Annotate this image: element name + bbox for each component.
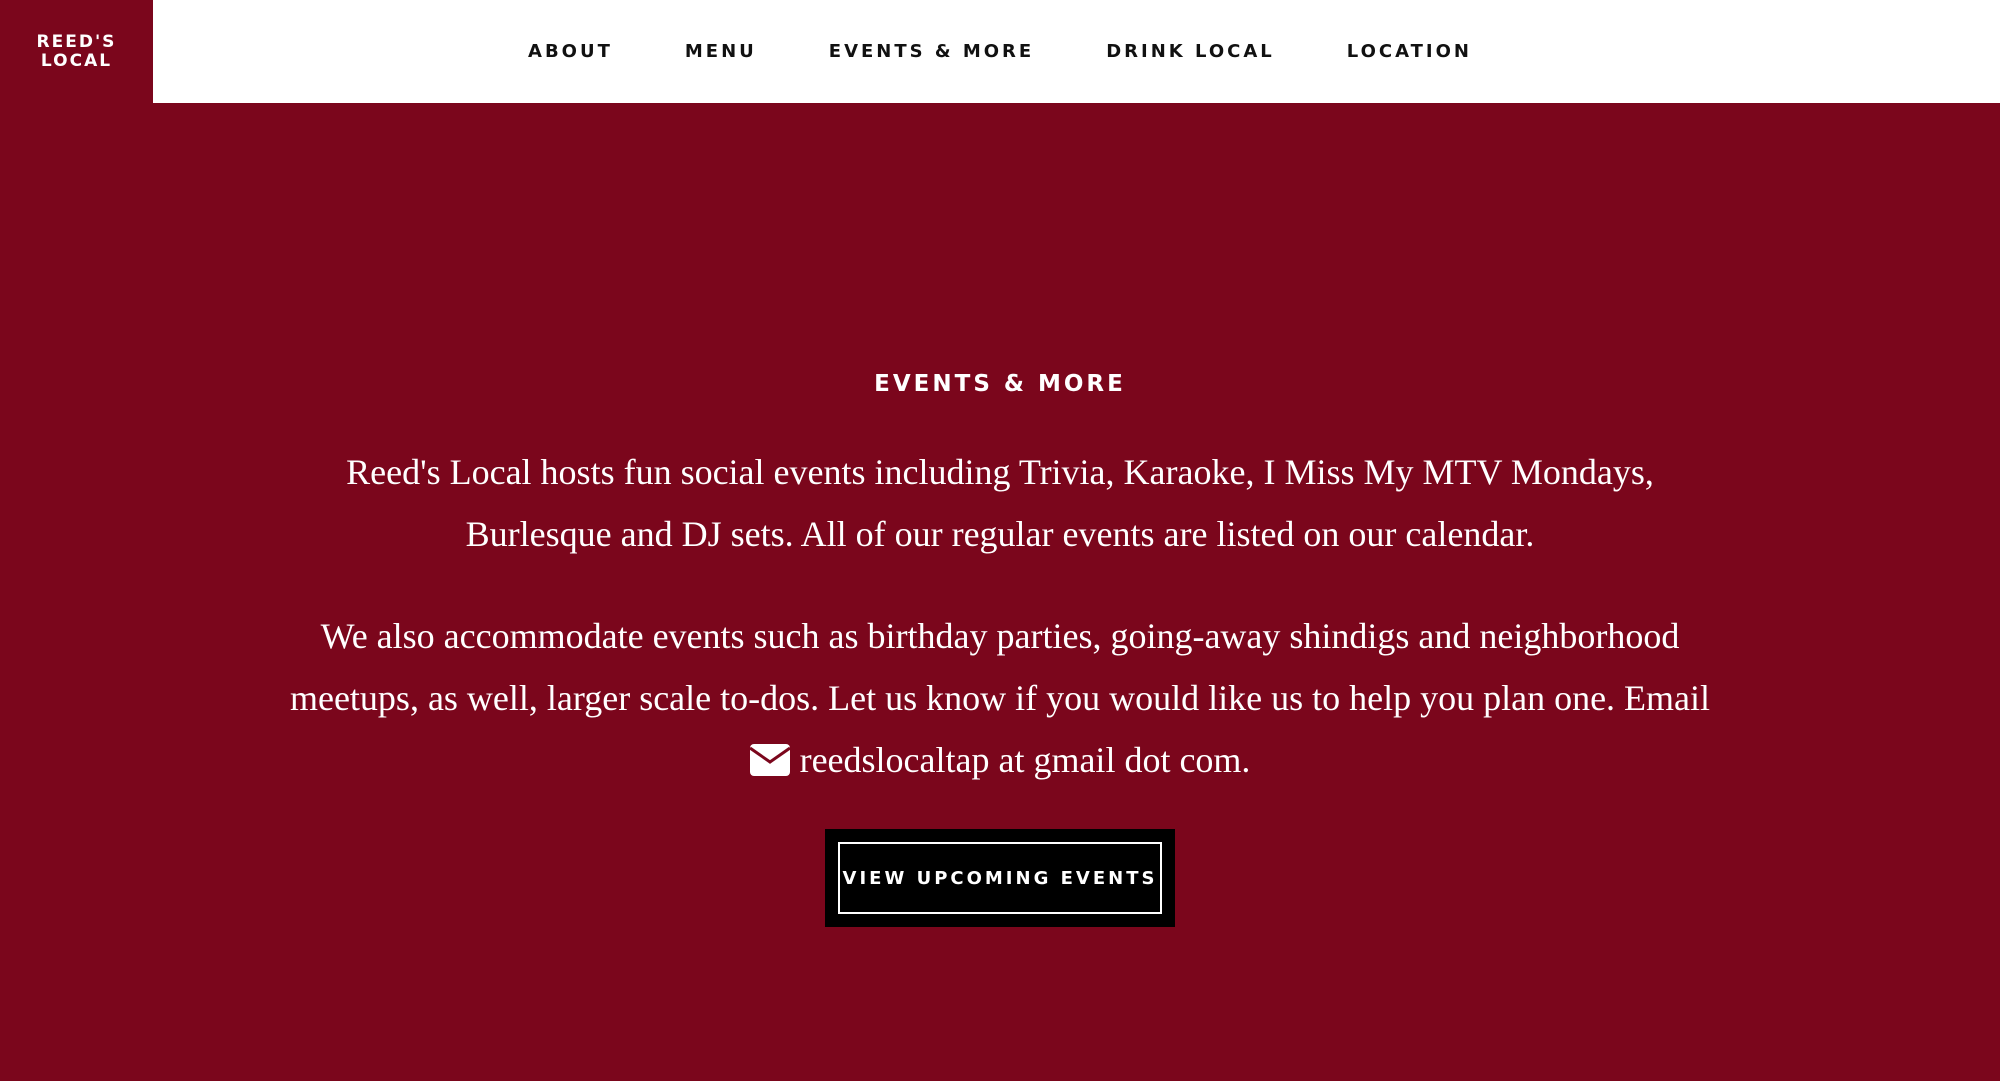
nav-item-location[interactable]: LOCATION (1347, 41, 1472, 62)
events-intro-line-2: Burlesque and DJ sets. All of our regula… (465, 514, 1535, 554)
view-upcoming-events-button[interactable]: VIEW UPCOMING EVENTS (838, 842, 1162, 914)
main-nav-items: ABOUT MENU EVENTS & MORE DRINK LOCAL LOC… (528, 41, 1472, 62)
main-nav: ABOUT MENU EVENTS & MORE DRINK LOCAL LOC… (0, 0, 2000, 103)
email-address[interactable]: reedslocaltap at gmail dot com. (800, 740, 1251, 780)
private-events-line-1: We also accommodate events such as birth… (320, 616, 1680, 656)
nav-item-events-and-more[interactable]: EVENTS & MORE (829, 41, 1034, 62)
nav-item-about[interactable]: ABOUT (528, 41, 613, 62)
nav-item-drink-local[interactable]: DRINK LOCAL (1106, 41, 1275, 62)
section-title: EVENTS & MORE (874, 371, 1126, 397)
private-events-paragraph: We also accommodate events such as birth… (0, 605, 2000, 791)
view-events-button-frame: VIEW UPCOMING EVENTS (825, 829, 1175, 927)
events-intro-line-1: Reed's Local hosts fun social events inc… (346, 452, 1654, 492)
events-intro-paragraph: Reed's Local hosts fun social events inc… (0, 441, 2000, 565)
events-section: EVENTS & MORE Reed's Local hosts fun soc… (0, 103, 2000, 1081)
envelope-icon (749, 744, 790, 776)
top-nav-bar: REED'S LOCAL ABOUT MENU EVENTS & MORE DR… (0, 0, 2000, 103)
private-events-line-2: meetups, as well, larger scale to-dos. L… (289, 678, 1711, 718)
email-line[interactable]: reedslocaltap at gmail dot com. (0, 729, 2000, 791)
nav-item-menu[interactable]: MENU (685, 41, 757, 62)
